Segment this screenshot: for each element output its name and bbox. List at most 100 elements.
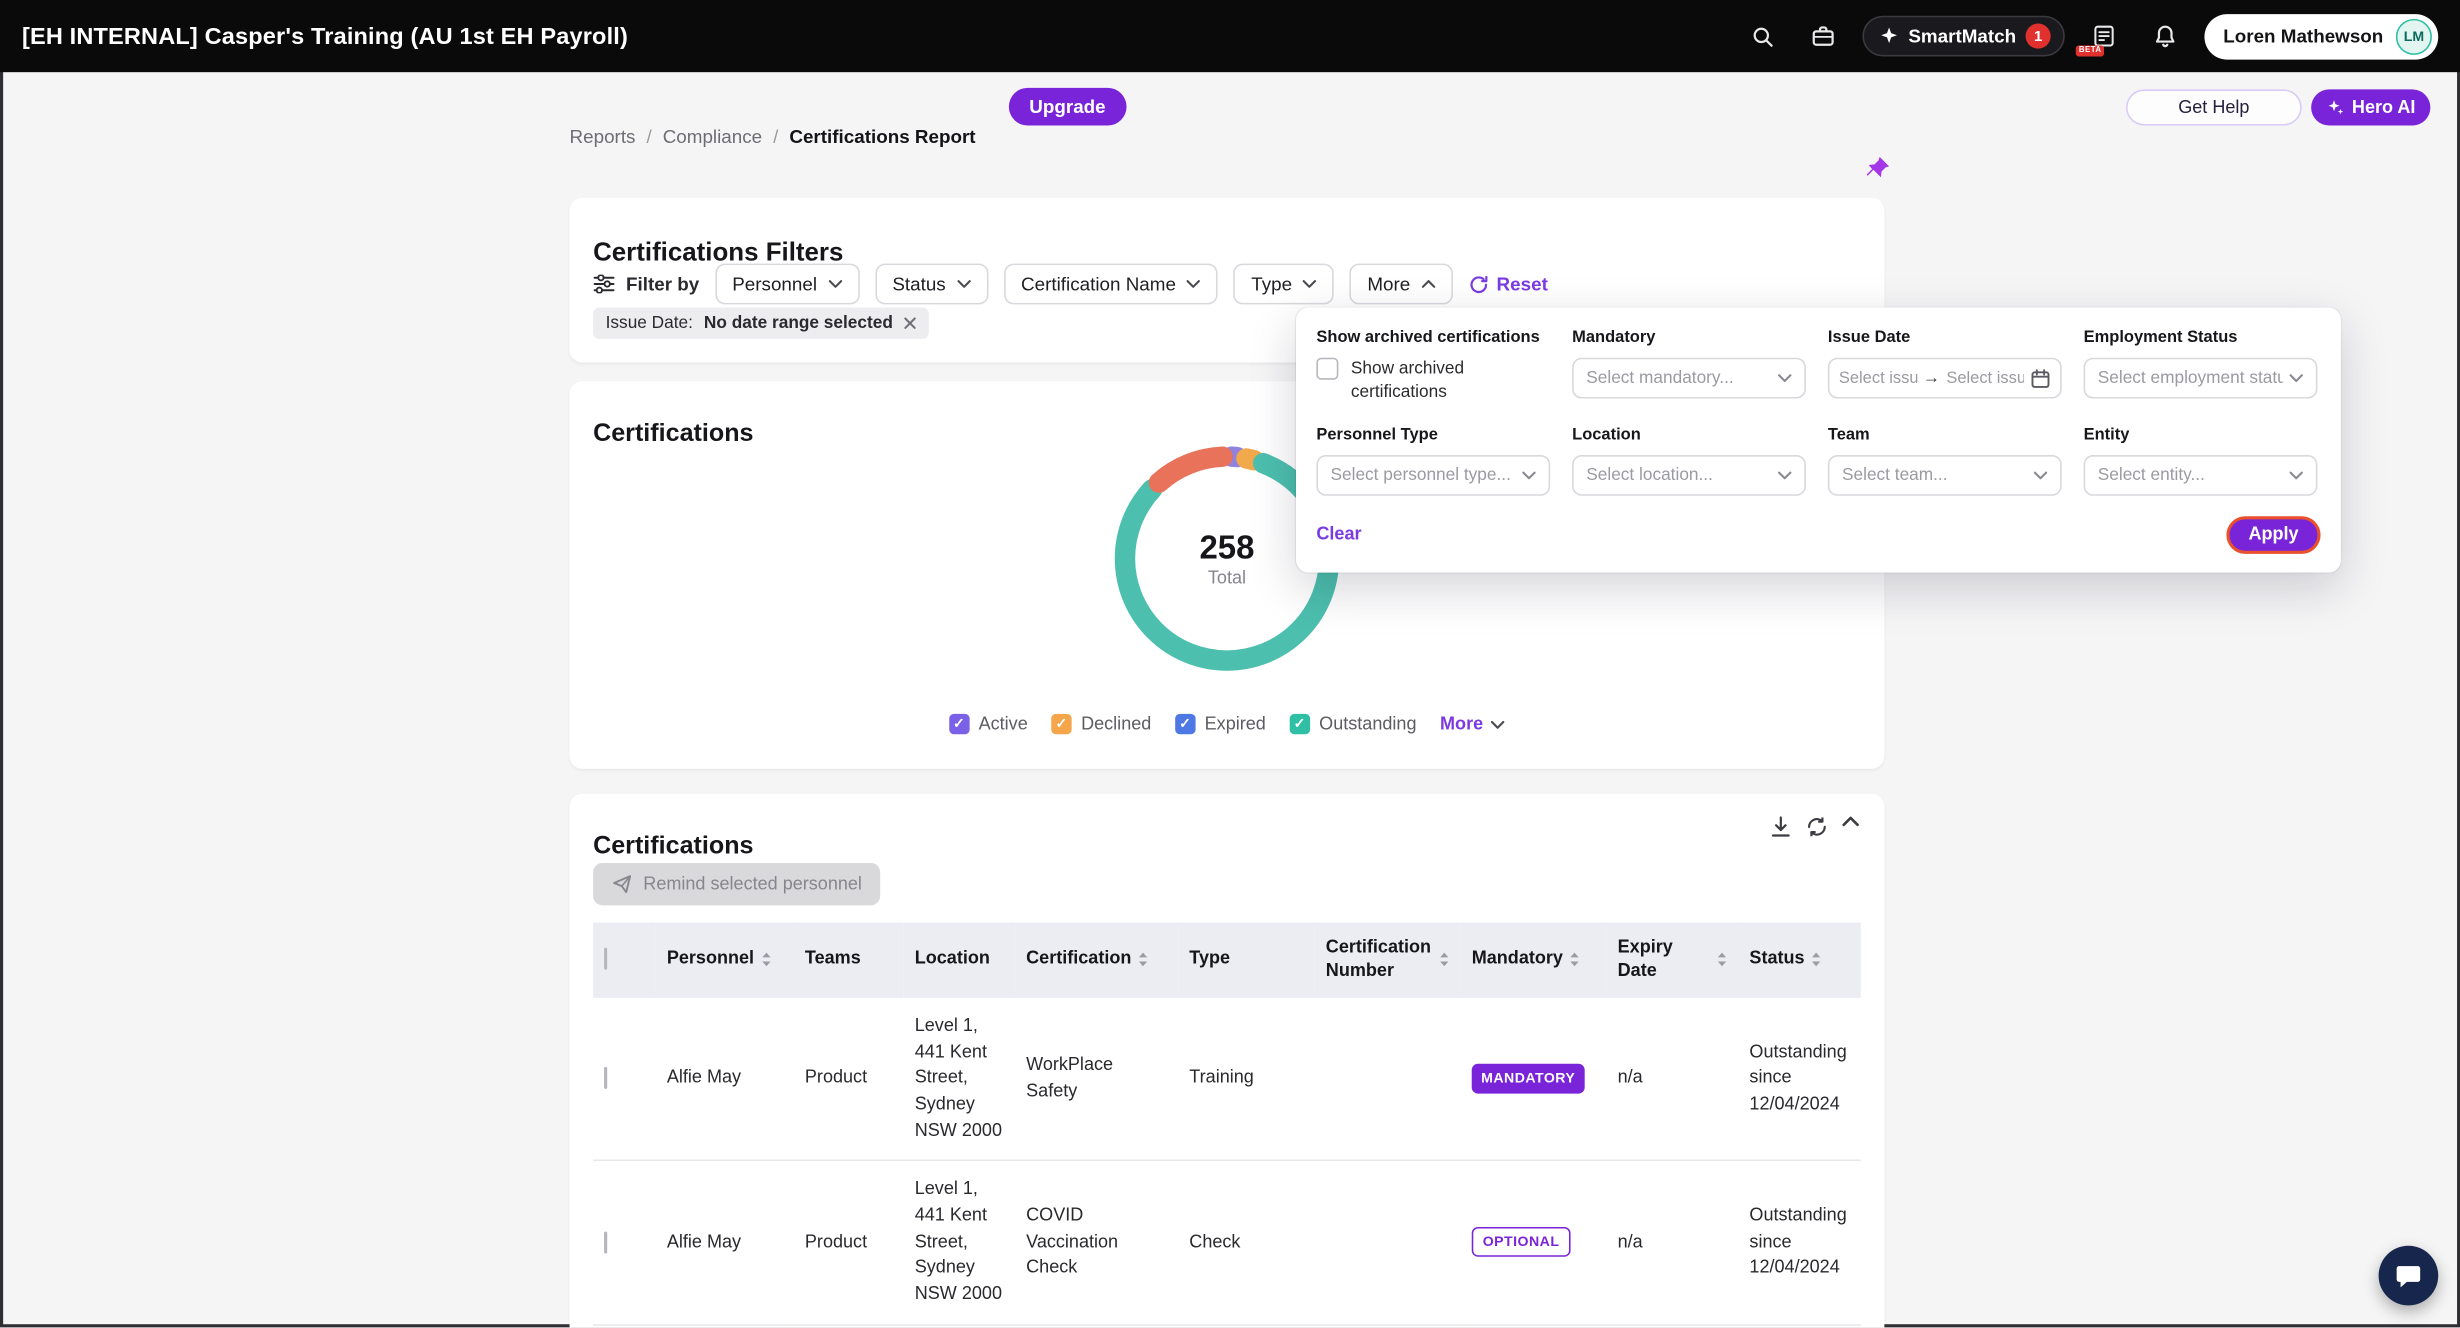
chevron-down-icon (1491, 719, 1505, 728)
legend-active[interactable]: Active (949, 714, 1028, 734)
reset-filters-button[interactable]: Reset (1468, 273, 1548, 295)
mandatory-select[interactable]: Select mandatory... (1572, 358, 1806, 399)
employment-status-select[interactable]: Select employment statu (2084, 358, 2318, 399)
row-checkbox[interactable] (604, 1067, 607, 1089)
more-filter-button[interactable]: More (1350, 264, 1453, 305)
pin-report-button[interactable] (1862, 152, 1893, 183)
breadcrumb-reports[interactable]: Reports (570, 126, 636, 148)
sort-icon[interactable] (1138, 952, 1149, 969)
legend-more-button[interactable]: More (1440, 715, 1505, 734)
chevron-down-icon (2033, 470, 2047, 479)
chip-value: No date range selected (704, 314, 893, 333)
column-header-personnel[interactable]: Personnel (656, 923, 794, 998)
entity-field: Entity Select entity... (2084, 425, 2318, 496)
download-button[interactable] (1770, 816, 1792, 838)
sort-icon[interactable] (1811, 952, 1822, 969)
team-select[interactable]: Select team... (1828, 455, 2062, 496)
row-checkbox[interactable] (604, 1231, 607, 1253)
app-window: [EH INTERNAL] Casper's Training (AU 1st … (0, 0, 2460, 1327)
download-icon (1770, 816, 1792, 838)
column-header-expiry-date[interactable]: Expiry Date (1607, 923, 1739, 998)
sort-icon[interactable] (1716, 952, 1727, 969)
cell-teams: Product (794, 998, 904, 1161)
location-select[interactable]: Select location... (1572, 455, 1806, 496)
entity-select[interactable]: Select entity... (2084, 455, 2318, 496)
type-filter-button[interactable]: Type (1234, 264, 1334, 305)
issue-date-field: Issue Date Select issu → Select issu (1828, 328, 2062, 404)
breadcrumb-separator: / (773, 126, 778, 148)
calendar-icon[interactable] (2030, 368, 2050, 388)
cell-personnel: Alfie May (656, 998, 794, 1161)
smartmatch-button[interactable]: SmartMatch 1 (1863, 16, 2065, 57)
personnel-filter-button[interactable]: Personnel (715, 264, 859, 305)
personnel-type-field: Personnel Type Select personnel type... (1316, 425, 1550, 496)
cell-location: Level 1, 441 Kent Street, Sydney NSW 200… (904, 998, 1015, 1161)
get-help-button[interactable]: Get Help (2126, 89, 2302, 125)
user-menu[interactable]: Loren Mathewson LM (2204, 13, 2438, 59)
breadcrumb-separator: / (646, 126, 651, 148)
cell-teams: Product (794, 1161, 904, 1325)
table-row: Alfie May Product Level 1, 441 Kent Stre… (593, 1161, 1861, 1325)
chevron-down-icon (1522, 470, 1536, 479)
sort-icon[interactable] (1439, 952, 1450, 969)
cell-status: Outstanding since 12/04/2024 (1738, 1161, 1860, 1325)
issue-date-to-input[interactable]: Select issu (1946, 369, 2024, 388)
organisation-button[interactable] (1802, 14, 1846, 58)
table-title: Certifications (593, 834, 753, 862)
pin-icon (1866, 155, 1891, 180)
column-header-status[interactable]: Status (1738, 923, 1860, 998)
hero-ai-button[interactable]: Hero AI (2311, 89, 2431, 125)
legend-outstanding[interactable]: Outstanding (1289, 714, 1416, 734)
mandatory-badge: MANDATORY (1472, 1064, 1585, 1094)
remind-selected-personnel-button[interactable]: Remind selected personnel (593, 863, 881, 905)
chat-widget-button[interactable] (2379, 1246, 2439, 1306)
refresh-button[interactable] (1806, 816, 1828, 838)
select-all-checkbox[interactable] (604, 948, 607, 970)
upgrade-button[interactable]: Upgrade (1009, 88, 1126, 126)
issue-date-range-input[interactable]: Select issu → Select issu (1828, 358, 2062, 399)
column-header-certification-number[interactable]: Certification Number (1315, 923, 1461, 998)
column-header-location[interactable]: Location (904, 923, 1015, 998)
certification-name-filter-button[interactable]: Certification Name (1004, 264, 1218, 305)
show-archived-checkbox[interactable]: Show archived certifications (1316, 358, 1550, 405)
checkbox-checked[interactable] (949, 714, 969, 734)
column-header-mandatory[interactable]: Mandatory (1461, 923, 1607, 998)
chevron-down-icon (1778, 470, 1792, 479)
column-header-teams[interactable]: Teams (794, 923, 904, 998)
collapse-button[interactable] (1842, 816, 1864, 838)
checkbox-checked[interactable] (1175, 714, 1195, 734)
table-header-row: Personnel Teams Location Certification T… (593, 923, 1861, 998)
filter-by-label: Filter by (593, 273, 699, 295)
legend-declined[interactable]: Declined (1051, 714, 1151, 734)
team-field: Team Select team... (1828, 425, 2062, 496)
search-button[interactable] (1740, 14, 1784, 58)
org-title: [EH INTERNAL] Casper's Training (AU 1st … (22, 23, 628, 50)
cell-type: Check (1178, 1161, 1315, 1325)
column-header-type[interactable]: Type (1178, 923, 1315, 998)
issue-date-chip[interactable]: Issue Date: No date range selected (593, 308, 929, 339)
beta-feature-button[interactable]: BETA (2082, 14, 2126, 58)
personnel-type-select[interactable]: Select personnel type... (1316, 455, 1550, 496)
close-icon[interactable] (904, 317, 917, 330)
legend-expired[interactable]: Expired (1175, 714, 1266, 734)
breadcrumb-current: Certifications Report (789, 126, 975, 148)
breadcrumb-compliance[interactable]: Compliance (663, 126, 762, 148)
arrow-right-icon: → (1923, 369, 1940, 388)
briefcase-icon (1811, 24, 1836, 49)
cell-expiry-date: n/a (1607, 1161, 1739, 1325)
checkbox-checked[interactable] (1051, 714, 1071, 734)
sort-icon[interactable] (1569, 952, 1580, 969)
sort-icon[interactable] (760, 952, 771, 969)
clear-filters-button[interactable]: Clear (1316, 525, 1361, 544)
notifications-button[interactable] (2143, 14, 2187, 58)
table-actions (1770, 816, 1864, 838)
checkbox-unchecked[interactable] (1316, 358, 1338, 380)
issue-date-from-input[interactable]: Select issu (1839, 369, 1917, 388)
checkbox-checked[interactable] (1289, 714, 1309, 734)
status-filter-button[interactable]: Status (875, 264, 988, 305)
cell-status: Outstanding since 12/04/2024 (1738, 998, 1860, 1161)
reset-icon (1468, 274, 1488, 294)
apply-filters-button[interactable]: Apply (2226, 516, 2320, 554)
column-header-certification[interactable]: Certification (1015, 923, 1178, 998)
table-row: Alfie May Product Level 1, 441 Kent Stre… (593, 998, 1861, 1161)
